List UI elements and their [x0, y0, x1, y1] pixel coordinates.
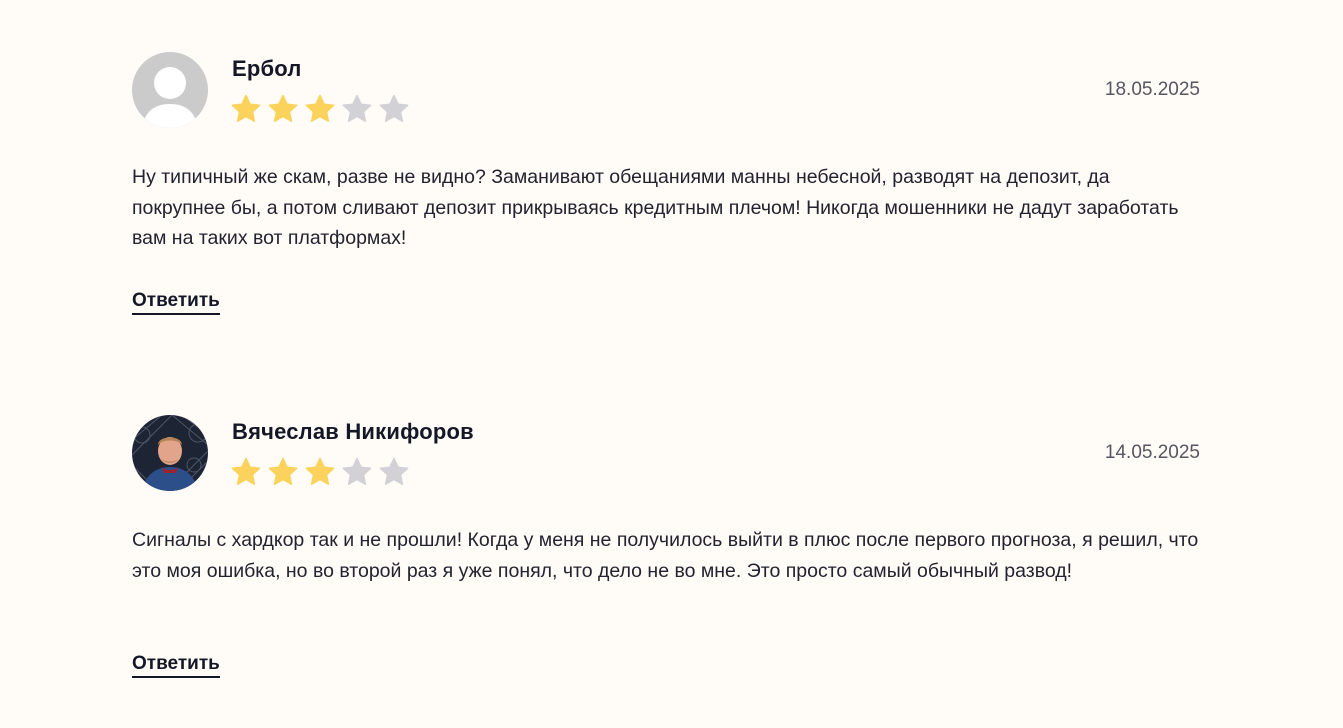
star-empty-icon: [378, 456, 410, 488]
rating-stars: [230, 456, 410, 488]
star-empty-icon: [341, 93, 373, 125]
comment-author: Ербол: [232, 56, 302, 81]
star-filled-icon: [267, 93, 299, 125]
reply-link[interactable]: Ответить: [132, 652, 220, 678]
comment-date: 14.05.2025: [1104, 442, 1200, 463]
default-avatar-icon: [132, 52, 208, 128]
star-filled-icon: [230, 456, 262, 488]
star-empty-icon: [378, 93, 410, 125]
star-empty-icon: [341, 456, 373, 488]
user-photo-avatar: [132, 415, 208, 491]
comment-date: 18.05.2025: [1104, 79, 1200, 100]
comment-author: Вячеслав Никифоров: [232, 419, 474, 444]
comments-list: Ербол 18.05.2025 Ну типичный же скам, ра…: [0, 0, 1343, 728]
comment-text: Сигналы с хардкор так и не прошли! Когда…: [132, 529, 1199, 582]
star-filled-icon: [230, 93, 262, 125]
star-filled-icon: [267, 456, 299, 488]
star-filled-icon: [304, 93, 336, 125]
rating-stars: [230, 93, 410, 125]
comment-text: Ну типичный же скам, разве не видно? Зам…: [132, 166, 1179, 249]
reply-link[interactable]: Ответить: [132, 289, 220, 315]
star-filled-icon: [304, 456, 336, 488]
